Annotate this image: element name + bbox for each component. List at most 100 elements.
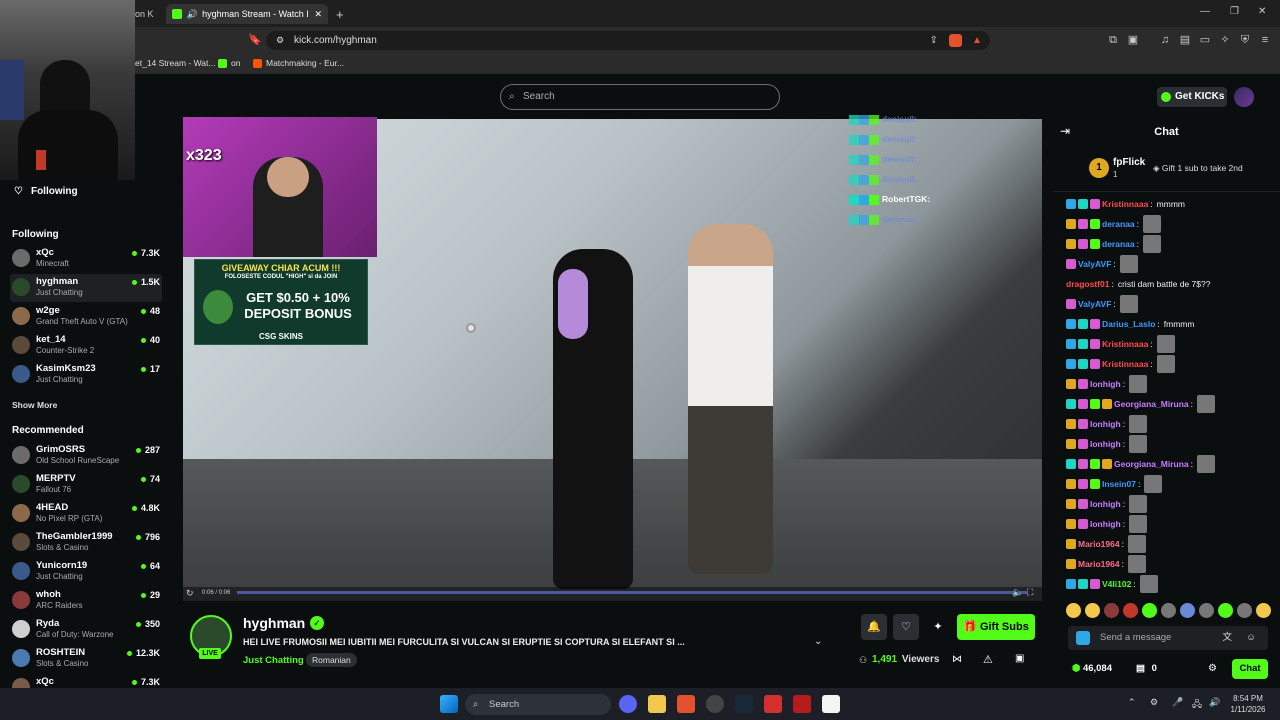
sidebar-channel-kasimksm23[interactable]: KasimKsm23 Just Chatting 17 <box>10 361 162 389</box>
quick-emote[interactable] <box>1066 603 1081 618</box>
pinned-gifter[interactable]: 1 fpFlick 1 ◈ Gift 1 sub to take 2nd <box>1053 148 1280 192</box>
chat-message[interactable]: ValyAVF: <box>1066 255 1138 273</box>
chat-emote[interactable] <box>1144 475 1163 493</box>
quick-emote[interactable] <box>1218 603 1233 618</box>
chat-username[interactable]: deranaa <box>1102 239 1135 249</box>
obs-icon[interactable] <box>706 695 724 713</box>
chat-message[interactable]: Georgiana_Miruna: <box>1066 455 1216 473</box>
share-icon[interactable]: ⇪ <box>930 31 938 50</box>
quick-emote[interactable] <box>1161 603 1176 618</box>
tab-previous[interactable]: on K <box>135 4 154 24</box>
chat-username[interactable]: ValyAVF <box>1078 299 1111 309</box>
sidebar-channel-whoh[interactable]: whoh ARC Raiders 29 <box>10 587 162 615</box>
quick-emote[interactable] <box>1104 603 1119 618</box>
chat-emote[interactable] <box>1119 295 1138 313</box>
tab-hyghman[interactable]: 🔊 hyghman Stream - Watch Liv ✕ <box>166 4 328 24</box>
chat-username[interactable]: Kristinnaaa <box>1102 199 1148 209</box>
replay-icon[interactable]: ↻ <box>186 588 194 599</box>
minimize-icon[interactable]: — <box>1200 6 1210 17</box>
tray-chevron-icon[interactable]: ⌃ <box>1128 697 1136 708</box>
file-explorer-icon[interactable] <box>648 695 666 713</box>
tray-apps-icon[interactable]: ⚙ <box>1150 697 1158 708</box>
search-input[interactable]: ⌕ Search <box>500 84 780 110</box>
quick-emote[interactable] <box>1237 603 1252 618</box>
sidebar-toggle-icon[interactable]: ▣ <box>1126 33 1140 47</box>
boost-button[interactable]: ✦ <box>925 614 951 640</box>
sidebar-channel-4head[interactable]: 4HEAD No Pixel RP (GTA) 4.8K <box>10 500 162 528</box>
sidebar-following-header[interactable]: ♡ Following <box>14 186 78 197</box>
sidebar-channel-w2ge[interactable]: w2ge Grand Theft Auto V (GTA) 48 <box>10 303 162 331</box>
steam-icon[interactable] <box>735 695 753 713</box>
chat-username[interactable]: dragostf01 <box>1066 279 1109 289</box>
quick-emote[interactable] <box>1085 603 1100 618</box>
chat-username[interactable]: Kristinnaaa <box>1102 359 1148 369</box>
expand-title-chevron-icon[interactable]: ⌄ <box>814 636 822 647</box>
bookmark-item[interactable]: on <box>218 58 240 68</box>
quick-emote[interactable] <box>1123 603 1138 618</box>
sidebar-channel-hyghman[interactable]: hyghman Just Chatting 1.5K <box>10 274 162 302</box>
tray-volume-icon[interactable]: 🔊 <box>1209 697 1220 708</box>
video-controls[interactable] <box>183 587 1042 601</box>
chat-settings-icon[interactable]: ⚙ <box>1208 663 1217 674</box>
sidebar-channel-ryda[interactable]: Ryda Call of Duty: Warzone 350 <box>10 616 162 644</box>
kick-emote-icon[interactable] <box>1076 631 1090 645</box>
wallet-icon[interactable]: ▭ <box>1198 33 1212 47</box>
stream-category[interactable]: Just Chatting <box>243 655 304 666</box>
language-tag[interactable]: Romanian <box>306 653 357 667</box>
notification-bell-button[interactable]: 🔔 <box>861 614 887 640</box>
chat-username[interactable]: deranaa <box>1102 219 1135 229</box>
chat-emote[interactable] <box>1197 395 1216 413</box>
tray-mic-icon[interactable]: 🎤 <box>1172 697 1183 708</box>
chat-emote[interactable] <box>1127 535 1146 553</box>
chat-emote[interactable] <box>1156 335 1175 353</box>
chat-message[interactable]: Insein07: <box>1066 475 1163 493</box>
chat-message[interactable]: V4li102: <box>1066 575 1158 593</box>
app-red-icon[interactable] <box>764 695 782 713</box>
menu-icon[interactable]: ≡ <box>1258 33 1272 47</box>
chat-username[interactable]: Insein07 <box>1102 479 1136 489</box>
unfollow-button[interactable]: ♡ <box>893 614 919 640</box>
chat-emote[interactable] <box>1129 495 1148 513</box>
chat-message[interactable]: Mario1964: <box>1066 535 1146 553</box>
windows-start-icon[interactable] <box>440 695 458 713</box>
fullscreen-icon[interactable]: ⛶ <box>1027 587 1033 598</box>
chat-message[interactable]: Darius_Laslo: fmmmm <box>1066 315 1194 333</box>
chat-emote[interactable] <box>1197 455 1216 473</box>
bookmark-item[interactable]: et_14 Stream - Wat... <box>135 58 215 68</box>
chat-message[interactable]: Kristinnaaa: mmmm <box>1066 195 1185 213</box>
chat-username[interactable]: lonhigh <box>1090 439 1121 449</box>
chat-username[interactable]: Georgiana_Miruna <box>1114 399 1189 409</box>
chat-emote[interactable] <box>1142 215 1161 233</box>
chat-username[interactable]: Kristinnaaa <box>1102 339 1148 349</box>
reader-icon[interactable]: ▤ <box>1178 33 1192 47</box>
chat-username[interactable]: lonhigh <box>1090 499 1121 509</box>
sidebar-channel-ket_14[interactable]: ket_14 Counter-Strike 2 40 <box>10 332 162 360</box>
show-more-link[interactable]: Show More <box>12 400 57 410</box>
app-lightning-icon[interactable] <box>793 695 811 713</box>
chat-message[interactable]: deranaa: <box>1066 235 1161 253</box>
close-tab-icon[interactable]: ✕ <box>314 9 322 20</box>
redeem-counter[interactable]: ▤ 0 <box>1136 663 1157 674</box>
chat-message[interactable]: dragostf01: cristi dam battle de 7$?? <box>1066 275 1210 293</box>
chat-emote[interactable] <box>1129 435 1148 453</box>
quick-emote[interactable] <box>1180 603 1195 618</box>
get-kicks-button[interactable]: Get KICKs <box>1157 87 1227 107</box>
vpn-icon[interactable]: ⛨ <box>1238 33 1252 47</box>
emoji-icon[interactable]: ☺ <box>1246 626 1256 650</box>
chat-message-input[interactable]: Send a message 文 ☺ <box>1068 626 1268 650</box>
chat-username[interactable]: lonhigh <box>1090 419 1121 429</box>
sidebar-channel-roshtein[interactable]: ROSHTEIN Slots & Casino 12.3K <box>10 645 162 673</box>
chat-message[interactable]: lonhigh: <box>1066 515 1148 533</box>
chat-emote[interactable] <box>1156 355 1175 373</box>
sidebar-channel-yunicorn19[interactable]: Yunicorn19 Just Chatting 64 <box>10 558 162 586</box>
bookmark-item[interactable]: Matchmaking - Eur... <box>253 58 344 68</box>
channel-name[interactable]: hyghman <box>243 615 305 631</box>
discord-icon[interactable] <box>619 695 637 713</box>
extensions-icon[interactable]: ⧉ <box>1106 33 1120 47</box>
sidebar-channel-xqc[interactable]: xQc Minecraft 7.3K <box>10 245 162 273</box>
chat-emote[interactable] <box>1129 375 1148 393</box>
translate-icon[interactable]: 文 <box>1222 626 1232 650</box>
chat-message[interactable]: lonhigh: <box>1066 435 1148 453</box>
quick-emote[interactable] <box>1199 603 1214 618</box>
leo-ai-icon[interactable]: ✧ <box>1218 33 1232 47</box>
